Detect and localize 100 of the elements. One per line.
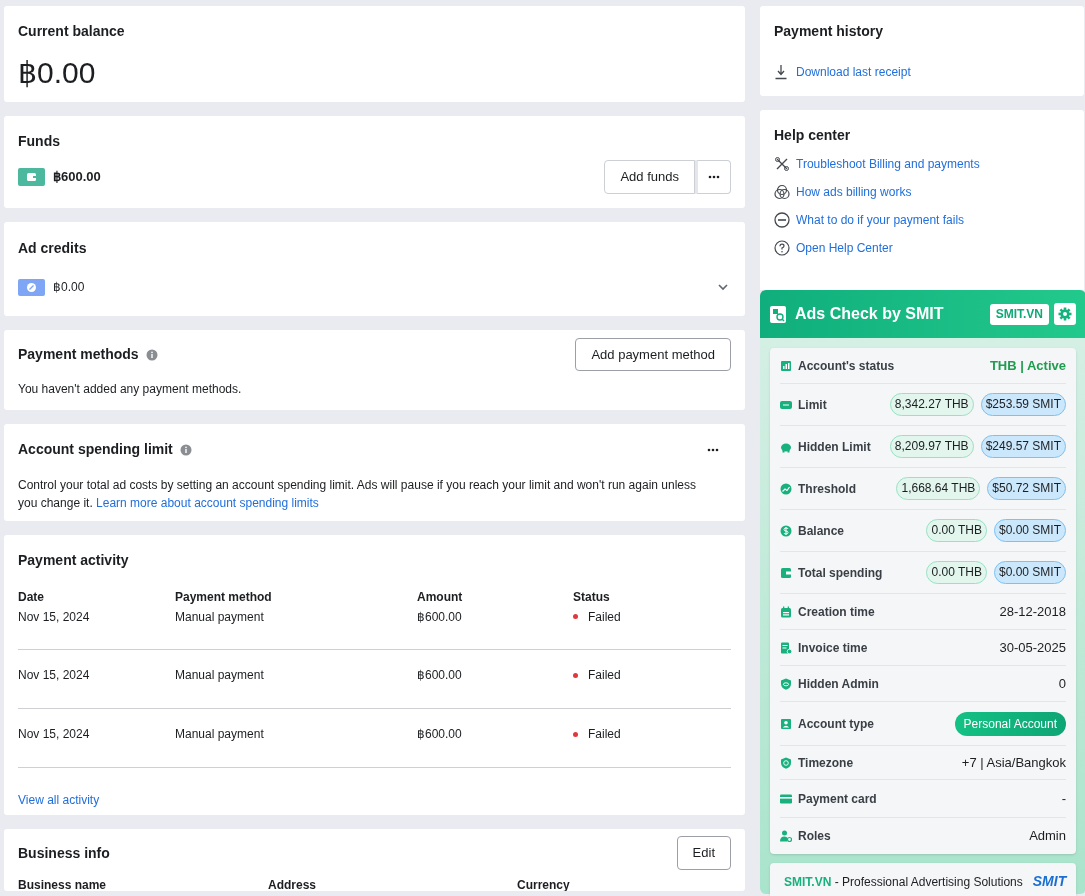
field-label: Currency (517, 877, 571, 891)
thb-amount: 8,209.97 THB (889, 435, 974, 458)
table-cell-text: ฿600.00 (417, 726, 463, 743)
row-label: Account's status (798, 357, 895, 375)
clock-shield-icon (780, 756, 792, 769)
section-title: Payment activity (18, 551, 130, 570)
section-title: Ad credits (18, 239, 88, 258)
row-label: Total spending (798, 564, 883, 582)
row-label: Balance (798, 522, 845, 540)
table-cell-text: ฿600.00 (417, 608, 463, 626)
row-label: Roles (798, 828, 831, 845)
help-link[interactable]: Open Help Center (796, 239, 893, 257)
table-cell-text: Nov 15, 2024 (18, 726, 91, 743)
row-label: Hidden Limit (798, 438, 871, 456)
section-title: Help center (774, 126, 852, 145)
user-card-icon (780, 717, 792, 730)
smit-amount: $253.59 SMIT (980, 393, 1066, 416)
ad-credits-amount: ฿0.00 (53, 279, 85, 296)
add-funds-button[interactable]: Add funds (604, 160, 695, 194)
invoice-icon (780, 641, 792, 654)
coupon-icon (18, 278, 45, 296)
row-value: Admin (1029, 827, 1066, 846)
table-cell-text: Manual payment (175, 608, 265, 626)
smit-link-button[interactable]: SMIT.VN (989, 303, 1049, 325)
section-title: Funds (18, 132, 61, 151)
footer-text: SMIT.VN - Professional Advertising Solutions (784, 873, 1023, 891)
status-text: Failed (588, 667, 621, 684)
column-header: Payment method (175, 589, 273, 606)
thb-amount: 1,668.64 THB (896, 477, 981, 500)
row-label: Creation time (798, 603, 875, 621)
more-icon (708, 175, 720, 179)
panel-title: Ads Check by SMIT (795, 304, 944, 324)
info-icon (179, 443, 192, 456)
trend-icon (780, 482, 792, 495)
table-cell-text: Manual payment (175, 667, 265, 684)
download-icon (774, 64, 788, 80)
row-value: +7 | Asia/Bangkok (961, 753, 1066, 772)
field-label: Address (268, 877, 318, 891)
download-receipt-link[interactable]: Download last receipt (796, 63, 911, 81)
section-title: Business info (18, 843, 110, 863)
status-text: Failed (588, 726, 621, 743)
settings-icon (1058, 307, 1072, 321)
section-title: Account spending limit (18, 440, 173, 459)
more-icon (707, 447, 719, 452)
row-value: 28-12-2018 (999, 602, 1066, 621)
learn-more-link[interactable]: Learn more about account spending limits (96, 496, 319, 510)
row-label: Threshold (798, 480, 856, 498)
column-header: Date (18, 589, 45, 606)
table-cell-text: Manual payment (175, 726, 265, 743)
account-type-badge: Personal Account (954, 711, 1066, 736)
settings-button[interactable] (1054, 303, 1076, 325)
row-value: 30-05-2025 (999, 638, 1066, 657)
description-text: Control your total ad costs by setting an account spending limit. Ads will pause if you reach your limit and won't run again unless you change it. Learn more about account spending limits (18, 477, 697, 512)
row-label: Invoice time (798, 639, 868, 657)
smit-amount: $0.00 SMIT (993, 519, 1066, 542)
section-title: Payment history (774, 22, 884, 41)
view-all-activity-link[interactable]: View all activity (18, 791, 100, 809)
status-text: Failed (588, 608, 621, 626)
help-link[interactable]: How ads billing works (796, 183, 912, 201)
funds-amount: ฿600.00 (53, 168, 101, 187)
add-payment-method-button[interactable]: Add payment method (575, 338, 731, 371)
minus-circle-icon (774, 212, 790, 228)
thb-amount: 0.00 THB (926, 519, 987, 542)
help-link[interactable]: Troubleshoot Billing and payments (796, 155, 980, 173)
column-header: Amount (417, 589, 464, 606)
thb-amount: 0.00 THB (926, 561, 987, 584)
row-value: 0 (1058, 674, 1066, 693)
row-label: Timezone (798, 754, 854, 772)
dollar-icon (780, 524, 792, 537)
help-icon (774, 240, 790, 256)
smit-amount: $249.57 SMIT (980, 435, 1066, 458)
column-header: Status (573, 589, 611, 606)
table-cell-text: Nov 15, 2024 (18, 667, 91, 684)
table-cell-text: ฿600.00 (417, 667, 463, 684)
wallet-icon (18, 168, 45, 186)
circles-icon (774, 184, 790, 200)
report-icon (770, 305, 786, 323)
smit-logo: SMIT (1032, 872, 1067, 891)
tools-icon (774, 156, 790, 172)
help-link[interactable]: What to do if your payment fails (796, 211, 965, 229)
balance-amount: ฿0.00 (18, 55, 97, 91)
field-label: Business name (18, 877, 108, 891)
smit-amount: $0.00 SMIT (993, 561, 1066, 584)
card-icon (780, 398, 792, 411)
calendar-icon (780, 605, 792, 618)
edit-button[interactable]: Edit (676, 836, 731, 870)
row-label: Limit (798, 396, 827, 414)
chevron-icon[interactable] (717, 282, 729, 292)
section-title: Current balance (18, 22, 126, 41)
user-gear-icon (780, 830, 792, 842)
row-label: Payment card (798, 790, 877, 808)
chart-icon (780, 359, 792, 372)
row-label: Hidden Admin (798, 675, 879, 693)
table-cell-text: Nov 15, 2024 (18, 608, 91, 626)
shield-icon (780, 677, 792, 690)
row-label: Account type (798, 715, 874, 733)
smit-amount: $50.72 SMIT (987, 477, 1066, 500)
thb-amount: 8,342.27 THB (889, 393, 974, 416)
card-icon (780, 792, 792, 805)
empty-message: You haven't added any payment methods. (18, 381, 243, 398)
